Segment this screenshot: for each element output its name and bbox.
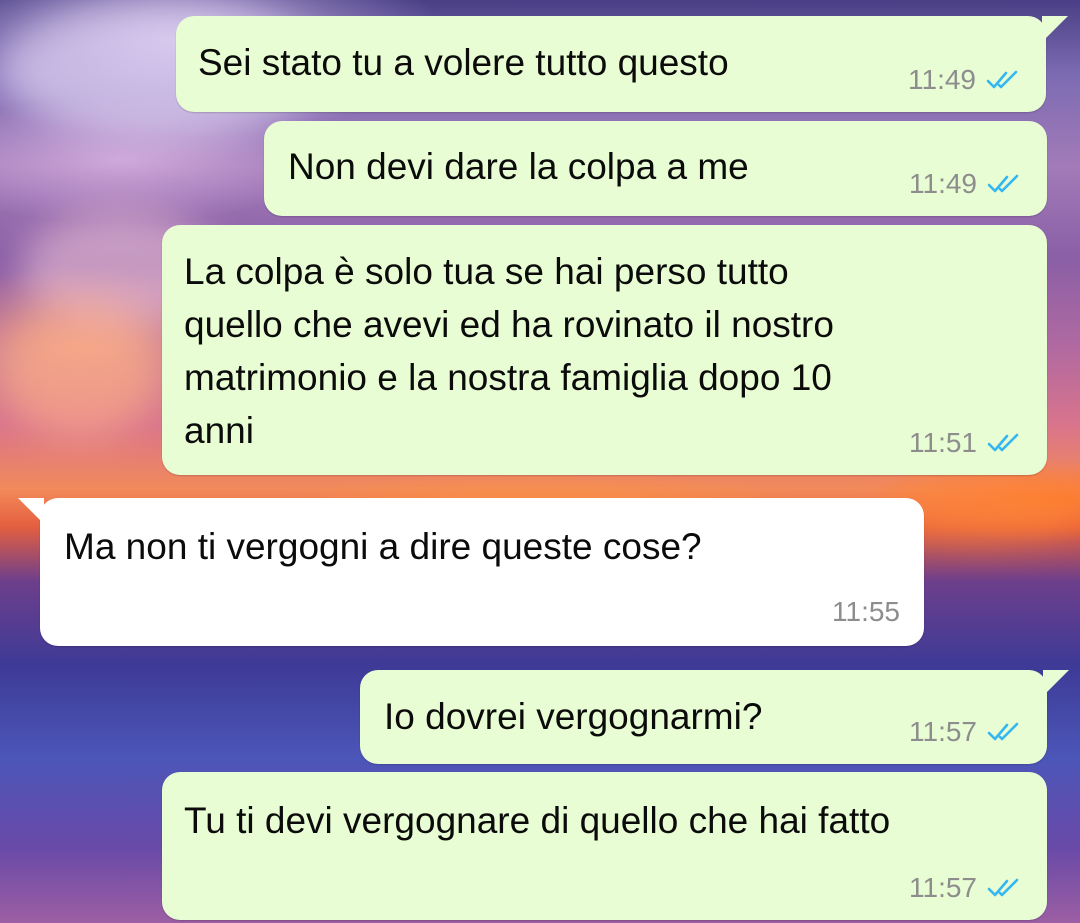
message-meta: 11:55 [832, 596, 900, 628]
message-time: 11:49 [908, 64, 976, 95]
outgoing-message-bubble[interactable]: Tu ti devi vergognare di quello che hai … [162, 772, 1047, 920]
incoming-message-bubble[interactable]: Ma non ti vergogni a dire queste cose? 1… [18, 498, 924, 646]
message-text-line: anni [184, 410, 254, 451]
double-check-icon [987, 878, 1019, 897]
message-time: 11:55 [832, 596, 900, 627]
double-check-icon [986, 70, 1018, 89]
message-text: Non devi dare la colpa a me [288, 146, 749, 187]
bubble-tail [18, 498, 44, 524]
outgoing-message-bubble[interactable]: Non devi dare la colpa a me 11:49 [264, 121, 1047, 216]
bubble-tail [1043, 670, 1069, 696]
outgoing-message-bubble[interactable]: Sei stato tu a volere tutto questo 11:49 [176, 16, 1068, 112]
message-text: Tu ti devi vergognare di quello che hai … [184, 800, 891, 841]
message-meta: 11:57 [909, 872, 1021, 904]
double-check-icon [987, 433, 1019, 452]
message-meta: 11:57 [909, 716, 1021, 748]
message-time: 11:51 [909, 427, 977, 458]
message-text-line: matrimonio e la nostra famiglia dopo 10 [184, 357, 832, 398]
message-meta: 11:49 [909, 168, 1021, 200]
bubble-tail [1042, 16, 1068, 42]
message-time: 11:57 [909, 872, 977, 903]
message-time: 11:49 [909, 168, 977, 199]
message-text: Io dovrei vergognarmi? [384, 696, 763, 737]
message-text: Ma non ti vergogni a dire queste cose? [64, 526, 702, 567]
wallpaper-cloud [0, 300, 160, 440]
double-check-icon [987, 174, 1019, 193]
message-text: Sei stato tu a volere tutto questo [198, 42, 729, 83]
message-text-line: La colpa è solo tua se hai perso tutto [184, 251, 789, 292]
message-time: 11:57 [909, 716, 977, 747]
outgoing-message-bubble[interactable]: La colpa è solo tua se hai perso tutto q… [162, 225, 1047, 475]
message-meta: 11:51 [909, 427, 1021, 459]
message-text-line: quello che avevi ed ha rovinato il nostr… [184, 304, 834, 345]
message-meta: 11:49 [908, 64, 1020, 96]
double-check-icon [987, 722, 1019, 741]
outgoing-message-bubble[interactable]: Io dovrei vergognarmi? 11:57 [360, 670, 1069, 764]
